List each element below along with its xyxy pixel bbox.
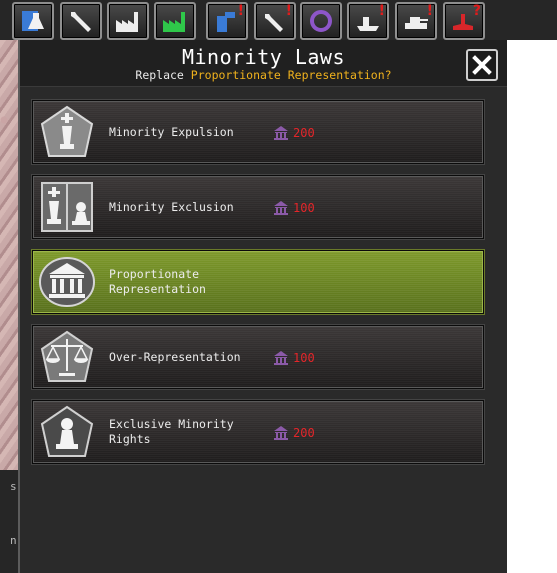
king-and-pawn-icon: [41, 182, 93, 232]
cost-value: 200: [293, 426, 315, 440]
close-button[interactable]: [466, 49, 498, 81]
ring-icon: [310, 10, 332, 32]
scales-icon: [40, 330, 94, 382]
panel-subtitle: Replace Proportionate Representation?: [20, 68, 507, 82]
panel-title: Minority Laws: [181, 45, 346, 69]
logistics-button[interactable]: !: [254, 2, 296, 40]
parliament-building-icon: [39, 257, 95, 307]
diplomacy-button[interactable]: [300, 2, 342, 40]
navy-button[interactable]: !: [347, 2, 389, 40]
law-option-minority-exclusion[interactable]: Minority Exclusion 100: [32, 175, 484, 239]
law-option-minority-expulsion[interactable]: Minority Expulsion 200: [32, 100, 484, 164]
subtitle-prefix: Replace: [135, 68, 184, 82]
cost-value: 100: [293, 201, 315, 215]
law-label: Minority Expulsion: [109, 124, 234, 139]
cost-value: 100: [293, 351, 315, 365]
cost-value: 200: [293, 126, 315, 140]
authority-icon: [274, 426, 288, 440]
alert-marker: !: [426, 3, 433, 19]
close-icon: [472, 55, 492, 75]
alert-marker: !: [285, 3, 292, 19]
law-cost: 100: [273, 199, 315, 217]
law-cost: 100: [273, 349, 315, 367]
authority-icon: [274, 351, 288, 365]
authority-icon: [274, 126, 288, 140]
law-cost: 200: [273, 124, 315, 142]
authority-icon: [274, 201, 288, 215]
army-button[interactable]: !: [395, 2, 437, 40]
law-option-proportionate-representation[interactable]: Proportionate Representation: [32, 250, 484, 314]
research-button[interactable]: [12, 2, 54, 40]
side-panel-fragment: s n: [0, 470, 20, 573]
subtitle-current-law: Proportionate Representation?: [190, 68, 392, 82]
minority-laws-panel: Minority Laws Replace Proportionate Repr…: [18, 40, 507, 573]
construction-button[interactable]: [107, 2, 149, 40]
law-cost: 200: [273, 424, 315, 442]
law-option-exclusive-minority-rights[interactable]: Exclusive Minority Rights 200: [32, 400, 484, 464]
trade-button[interactable]: !: [206, 2, 248, 40]
politics-button[interactable]: ?: [443, 2, 485, 40]
wrench-icon: [71, 12, 91, 32]
top-toolbar: ! ! ! ! ?: [0, 0, 557, 40]
law-label: Minority Exclusion: [109, 199, 234, 214]
fragment-text: n: [10, 534, 17, 547]
alert-marker: !: [237, 3, 244, 19]
map-edge: [505, 0, 557, 573]
law-label: Proportionate Representation: [109, 267, 206, 296]
research-flask-icon: [22, 11, 44, 31]
panel-header: Minority Laws Replace Proportionate Repr…: [20, 40, 507, 87]
law-option-over-representation[interactable]: Over-Representation 100: [32, 325, 484, 389]
king-piece-icon: [40, 105, 94, 157]
factory-green-icon: [163, 12, 185, 32]
fragment-text: s: [10, 480, 17, 493]
alert-marker: ?: [472, 3, 481, 19]
pawn-piece-icon: [40, 405, 94, 457]
factory-icon: [116, 12, 138, 32]
alert-marker: !: [378, 3, 385, 19]
production-button[interactable]: [60, 2, 102, 40]
economy-button[interactable]: [154, 2, 196, 40]
law-label: Exclusive Minority Rights: [109, 417, 234, 446]
law-label: Over-Representation: [109, 349, 241, 364]
